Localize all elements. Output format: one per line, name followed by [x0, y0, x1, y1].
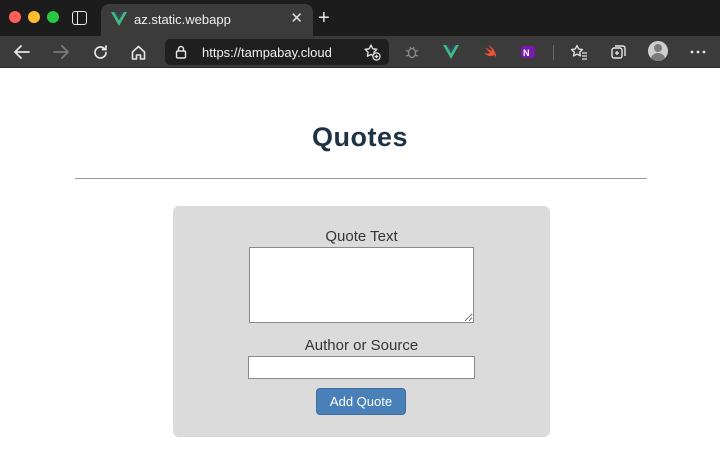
tab-strip: az.static.webapp ✕ + — [0, 0, 720, 36]
lock-icon[interactable] — [175, 45, 187, 59]
title-divider — [75, 178, 647, 179]
page-content: Quotes Quote Text Author or Source Add Q… — [0, 68, 720, 475]
tab-actions-icon[interactable] — [72, 11, 87, 25]
add-quote-form: Quote Text Author or Source Add Quote — [173, 206, 550, 437]
home-icon[interactable] — [126, 40, 150, 64]
vue-devtools-icon[interactable] — [439, 40, 463, 64]
add-quote-button[interactable]: Add Quote — [316, 388, 406, 415]
new-tab-icon[interactable]: + — [318, 8, 330, 28]
more-options-icon[interactable] — [686, 40, 710, 64]
author-field[interactable] — [248, 356, 475, 379]
browser-toolbar: https://tampabay.cloud N — [0, 36, 720, 68]
onenote-extension-icon[interactable]: N — [516, 40, 540, 64]
minimize-window-button[interactable] — [28, 11, 40, 23]
profile-avatar-icon[interactable] — [648, 41, 668, 61]
collections-icon[interactable] — [606, 40, 630, 64]
toolbar-separator — [553, 45, 554, 60]
tab-title: az.static.webapp — [134, 12, 231, 27]
vue-logo-icon — [111, 12, 127, 26]
maximize-window-button[interactable] — [47, 11, 59, 23]
quote-text-field[interactable] — [249, 247, 474, 323]
add-favorite-icon[interactable] — [363, 43, 381, 61]
page-title: Quotes — [311, 122, 408, 152]
url-text[interactable]: https://tampabay.cloud — [202, 45, 332, 60]
swift-extension-icon[interactable] — [478, 40, 502, 64]
back-icon[interactable] — [10, 40, 34, 64]
close-window-button[interactable] — [9, 11, 21, 23]
bug-extension-icon[interactable] — [400, 40, 424, 64]
forward-icon[interactable] — [49, 40, 73, 64]
address-bar[interactable]: https://tampabay.cloud — [165, 39, 389, 65]
favorites-icon[interactable] — [567, 40, 591, 64]
tab-active[interactable]: az.static.webapp ✕ — [101, 4, 313, 36]
refresh-icon[interactable] — [88, 40, 112, 64]
author-label: Author or Source — [304, 337, 419, 354]
svg-text:N: N — [523, 48, 530, 58]
tab-close-icon[interactable]: ✕ — [290, 11, 303, 26]
quote-text-label: Quote Text — [325, 228, 398, 245]
